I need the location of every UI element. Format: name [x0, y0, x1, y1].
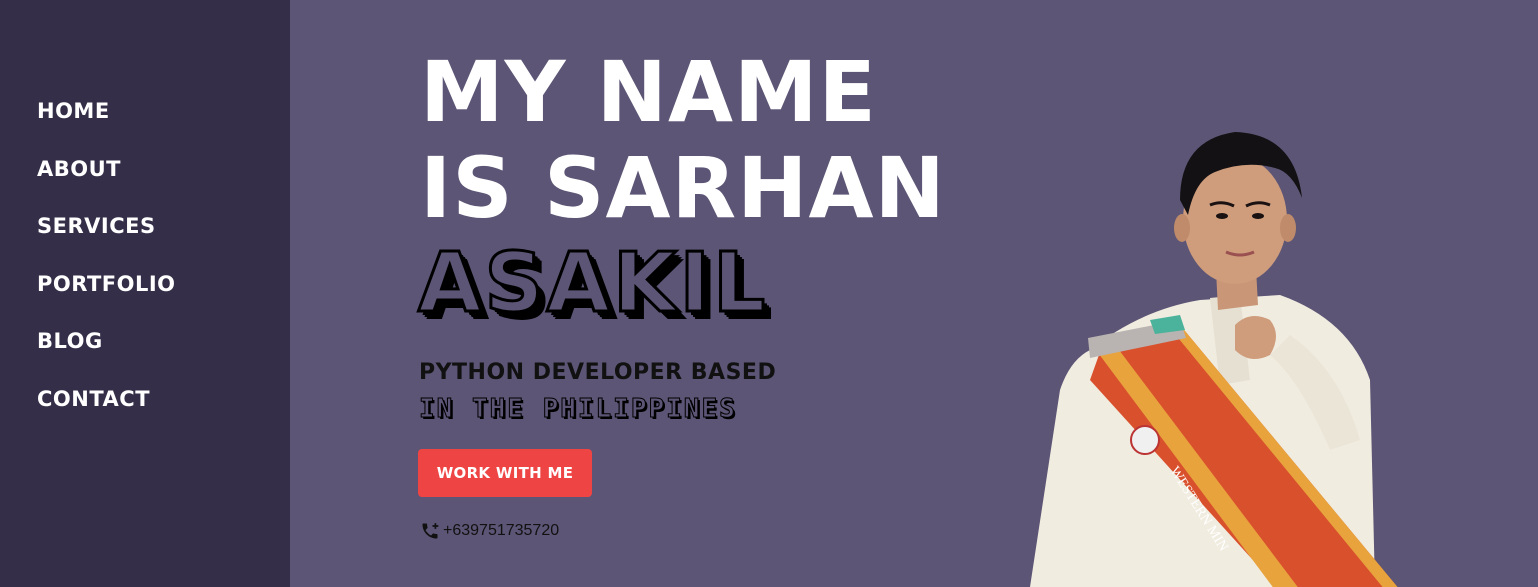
- nav-link-contact[interactable]: CONTACT: [37, 384, 150, 414]
- nav-link-services[interactable]: SERVICES: [37, 211, 156, 241]
- hero-surname: ASAKIL: [416, 235, 769, 333]
- phone-plus-icon: [420, 521, 440, 541]
- headline-line-1: MY NAME: [420, 43, 877, 141]
- work-with-me-button[interactable]: WORK WITH ME: [418, 449, 592, 497]
- nav-link-about[interactable]: ABOUT: [37, 154, 121, 184]
- sidebar-item-portfolio: PORTFOLIO: [37, 269, 176, 327]
- portrait-photo: WESTERN MIN: [1030, 120, 1410, 587]
- sidebar: HOME ABOUT SERVICES PORTFOLIO BLOG CONTA…: [0, 0, 290, 587]
- nav-link-home[interactable]: HOME: [37, 96, 110, 126]
- sidebar-item-blog: BLOG: [37, 326, 176, 384]
- sidebar-nav: HOME ABOUT SERVICES PORTFOLIO BLOG CONTA…: [37, 96, 176, 442]
- nav-link-blog[interactable]: BLOG: [37, 326, 103, 356]
- phone-number: +639751735720: [443, 522, 560, 539]
- hero-headline: MY NAME IS SARHAN: [420, 44, 946, 236]
- sidebar-item-about: ABOUT: [37, 154, 176, 212]
- tagline-line-2: IN THE PHILIPPINES: [419, 394, 737, 425]
- headline-line-2: IS SARHAN: [420, 139, 946, 237]
- tagline-line-1: PYTHON DEVELOPER BASED: [419, 360, 777, 385]
- nav-link-portfolio[interactable]: PORTFOLIO: [37, 269, 176, 299]
- sidebar-item-services: SERVICES: [37, 211, 176, 269]
- phone-contact[interactable]: +639751735720: [420, 521, 559, 541]
- sidebar-item-home: HOME: [37, 96, 176, 154]
- page: HOME ABOUT SERVICES PORTFOLIO BLOG CONTA…: [0, 0, 1538, 587]
- sidebar-item-contact: CONTACT: [37, 384, 176, 442]
- hero-section: MY NAME IS SARHAN ASAKIL PYTHON DEVELOPE…: [290, 0, 1538, 587]
